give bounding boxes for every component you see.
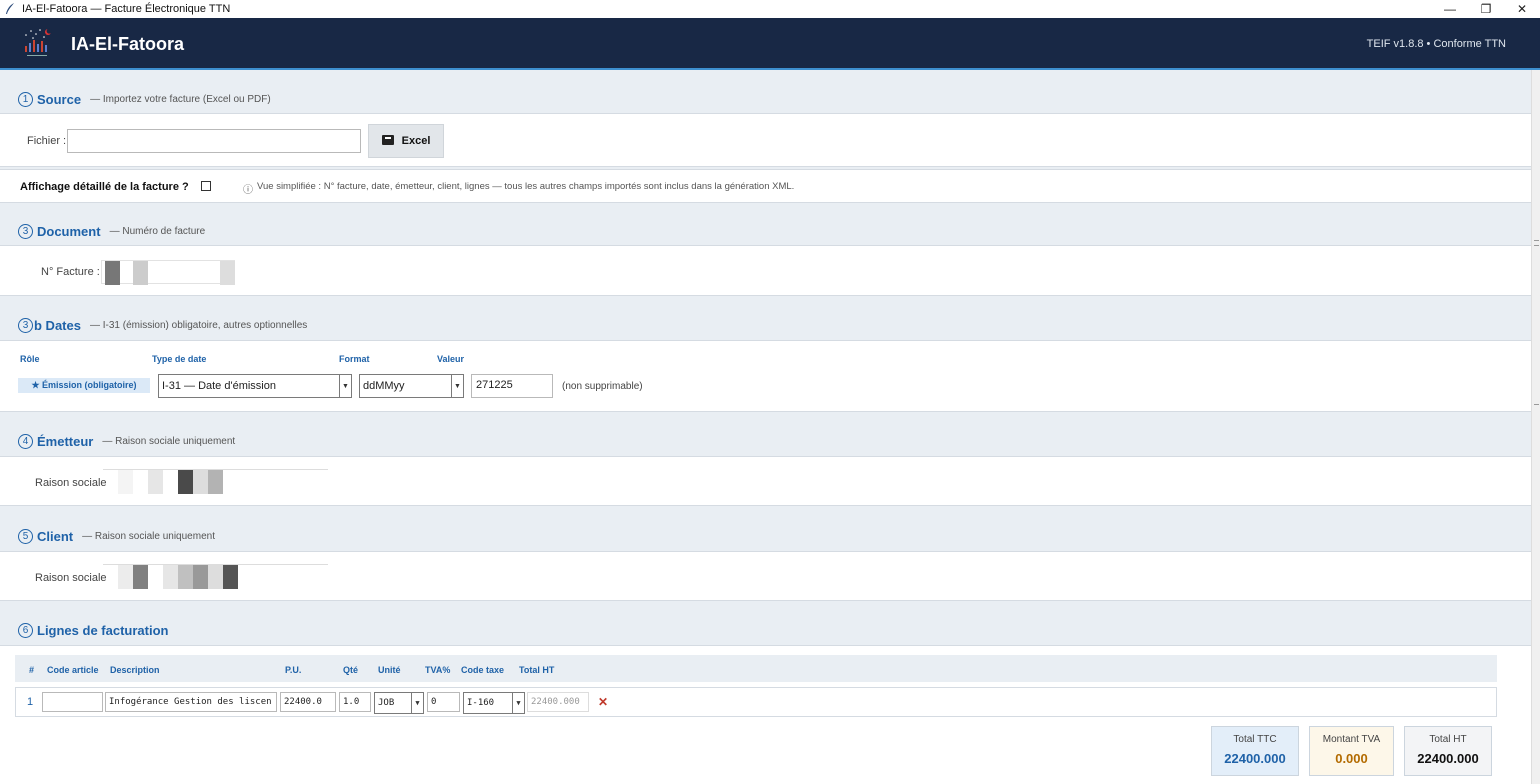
- invoice-number-field[interactable]: [101, 260, 235, 285]
- line-qte-input[interactable]: 1.0: [339, 692, 371, 712]
- excel-import-button[interactable]: Excel: [368, 124, 444, 158]
- section-subtitle: — Importez votre facture (Excel ou PDF): [90, 93, 271, 105]
- section-title: 4 Émetteur: [18, 433, 93, 449]
- column-header-unite: Unité: [378, 665, 401, 675]
- client-panel: Raison sociale: [0, 551, 1531, 601]
- detail-checkbox[interactable]: [201, 181, 211, 191]
- section-subtitle: — Numéro de facture: [109, 225, 206, 237]
- date-value-input[interactable]: 271225: [471, 374, 553, 398]
- line-tax-code-select[interactable]: I-160 ▼: [463, 692, 525, 714]
- column-header-value: Valeur: [437, 354, 465, 364]
- folder-icon: [381, 134, 394, 148]
- total-ttc-box: Total TTC 22400.000: [1211, 726, 1299, 776]
- column-header-format: Format: [339, 354, 370, 364]
- section-subtitle: — I-31 (émission) obligatoire, autres op…: [89, 319, 308, 331]
- quill-icon: [4, 3, 16, 15]
- section-title: 3b Dates: [18, 317, 81, 333]
- emetteur-panel: Raison sociale: [0, 456, 1531, 506]
- detail-info-text: Vue simplifiée : N° facture, date, émett…: [257, 181, 795, 192]
- chevron-down-icon: ▼: [512, 693, 524, 713]
- column-header-code: Code article: [47, 665, 99, 675]
- source-panel: Fichier : Excel: [0, 113, 1531, 167]
- section-title: 6 Lignes de facturation: [18, 622, 168, 638]
- app-header: IA-El-Fatoora TEIF v1.8.8 • Conforme TTN: [0, 18, 1540, 70]
- total-ht-label: Total HT: [1429, 734, 1467, 745]
- section-subtitle: — Raison sociale uniquement: [82, 530, 215, 542]
- minimize-button[interactable]: —: [1432, 0, 1468, 18]
- close-window-button[interactable]: ✕: [1504, 0, 1540, 18]
- line-code-input[interactable]: [42, 692, 103, 712]
- column-header-description: Description: [110, 665, 160, 675]
- app-logo: [20, 26, 54, 60]
- detail-toggle-label: Affichage détaillé de la facture ?: [20, 181, 189, 193]
- app-brand: IA-El-Fatoora: [71, 34, 185, 54]
- total-ht-value: 22400.000: [1417, 751, 1479, 766]
- vertical-scrollbar[interactable]: [1531, 70, 1540, 784]
- line-total-ht: 22400.000: [527, 692, 589, 712]
- window-titlebar: IA-El-Fatoora — Facture Électronique TTN…: [0, 0, 1540, 18]
- column-header-qte: Qté: [343, 665, 359, 675]
- column-header-role: Rôle: [20, 354, 40, 364]
- column-header-code-taxe: Code taxe: [461, 665, 505, 675]
- section-title: 1 Source: [18, 91, 81, 107]
- line-unit-select[interactable]: JOB ▼: [374, 692, 424, 714]
- date-role-badge: ★ Émission (obligatoire): [18, 378, 150, 393]
- file-path-input[interactable]: [67, 129, 361, 153]
- client-name-label: Raison sociale: [35, 572, 107, 584]
- row-index: 1: [27, 696, 34, 708]
- chevron-down-icon: ▼: [339, 375, 351, 397]
- total-ttc-label: Total TTC: [1233, 734, 1277, 745]
- total-ht-box: Total HT 22400.000: [1404, 726, 1492, 776]
- chevron-down-icon: ▼: [451, 375, 463, 397]
- client-name-field[interactable]: [103, 564, 328, 589]
- lines-panel: # Code article Description P.U. Qté Unit…: [0, 645, 1531, 784]
- lines-table-header: # Code article Description P.U. Qté Unit…: [15, 655, 1497, 682]
- delete-row-icon[interactable]: ✕: [598, 695, 608, 709]
- scroll-marker: [1534, 404, 1539, 406]
- document-panel: N° Facture :: [0, 245, 1531, 296]
- table-row: 1 Infogérance Gestion des liscen 22400.0…: [15, 687, 1497, 717]
- column-header-idx: #: [29, 665, 35, 675]
- column-header-tva: TVA%: [425, 665, 451, 675]
- line-tva-input[interactable]: 0: [427, 692, 460, 712]
- excel-button-label: Excel: [401, 135, 431, 147]
- detail-toggle-panel: Affichage détaillé de la facture ? ⓘ Vue…: [0, 169, 1531, 203]
- montant-tva-value: 0.000: [1335, 751, 1368, 766]
- date-format-select[interactable]: ddMMyy ▼: [359, 374, 464, 398]
- info-icon: ⓘ: [243, 185, 253, 196]
- line-pu-input[interactable]: 22400.0: [280, 692, 336, 712]
- section-subtitle: — Raison sociale uniquement: [102, 435, 236, 447]
- window-title: IA-El-Fatoora — Facture Électronique TTN: [22, 3, 231, 15]
- emetteur-name-label: Raison sociale: [35, 477, 107, 489]
- column-header-pu: P.U.: [285, 665, 302, 675]
- montant-tva-label: Montant TVA: [1322, 734, 1381, 745]
- column-header-type: Type de date: [152, 354, 207, 364]
- total-ttc-value: 22400.000: [1224, 751, 1286, 766]
- emetteur-name-field[interactable]: [103, 469, 328, 494]
- date-note: (non supprimable): [562, 381, 643, 392]
- file-label: Fichier :: [27, 135, 67, 147]
- date-type-select[interactable]: I-31 — Date d'émission ▼: [158, 374, 352, 398]
- dates-panel: Rôle Type de date Format Valeur ★ Émissi…: [0, 340, 1531, 412]
- montant-tva-box: Montant TVA 0.000: [1309, 726, 1394, 776]
- line-description-input[interactable]: Infogérance Gestion des liscen: [105, 692, 277, 712]
- invoice-number-label: N° Facture :: [41, 266, 100, 278]
- chevron-down-icon: ▼: [411, 693, 423, 713]
- column-header-total-ht: Total HT: [519, 665, 555, 675]
- section-title: 3 Document: [18, 223, 101, 239]
- scroll-grip-icon: [1534, 240, 1539, 246]
- version-info: TEIF v1.8.8 • Conforme TTN: [1366, 38, 1506, 50]
- maximize-button[interactable]: ❐: [1468, 0, 1504, 18]
- section-title: 5 Client: [18, 528, 73, 544]
